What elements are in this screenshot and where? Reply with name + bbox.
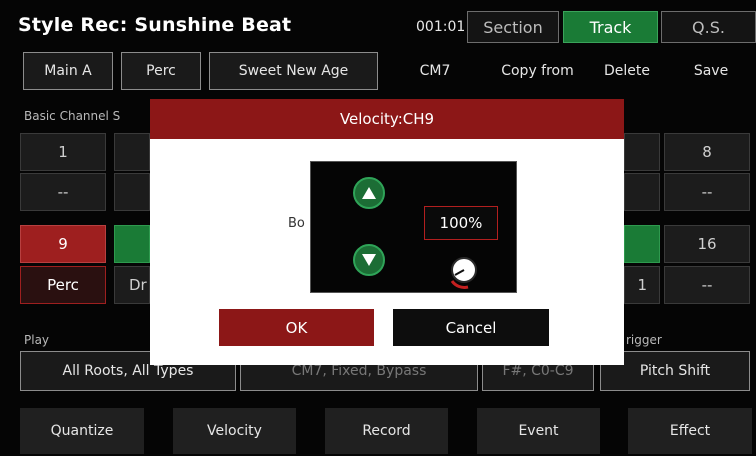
basic-channel-label: Basic Channel S — [24, 109, 121, 123]
channel-1-button[interactable]: 1 — [20, 133, 106, 171]
channel-8-value: -- — [664, 173, 750, 211]
tab-track[interactable]: Track — [563, 11, 658, 43]
track-perc-button[interactable]: Perc — [121, 52, 201, 90]
copy-from-button[interactable]: Copy from — [490, 52, 585, 90]
velocity-button[interactable]: Velocity — [173, 408, 296, 454]
play-label: Play — [24, 333, 50, 347]
channel-9-value: Perc — [20, 266, 106, 304]
style-rec-screen: Style Rec: Sunshine Beat 001:01 Section … — [0, 0, 756, 456]
velocity-value: 100% — [424, 206, 498, 240]
tab-section[interactable]: Section — [467, 11, 559, 43]
channel-7-value — [624, 173, 660, 211]
quantize-button[interactable]: Quantize — [20, 408, 144, 454]
measure-counter: 001:01 — [416, 19, 466, 35]
trigger-label: rigger — [626, 333, 662, 347]
channel-8-button[interactable]: 8 — [664, 133, 750, 171]
channel-1-value: -- — [20, 173, 106, 211]
velocity-dialog-title: Velocity:CH9 — [150, 99, 624, 139]
arrow-down-icon — [362, 254, 376, 266]
dialog-partial-label: Bo — [288, 216, 305, 231]
channel-2-button[interactable] — [114, 133, 150, 171]
voice-select-button[interactable]: Sweet New Age — [209, 52, 378, 90]
save-button[interactable]: Save — [672, 52, 750, 90]
channel-10-value: Dr — [114, 266, 150, 304]
channel-16-value: -- — [664, 266, 750, 304]
page-title: Style Rec: Sunshine Beat — [18, 14, 292, 36]
arrow-up-icon — [362, 187, 376, 199]
channel-9-button[interactable]: 9 — [20, 225, 106, 263]
delete-button[interactable]: Delete — [588, 52, 666, 90]
event-button[interactable]: Event — [477, 408, 600, 454]
knob-icon[interactable] — [444, 251, 484, 291]
channel-15-value: 1 — [624, 266, 660, 304]
channel-16-button[interactable]: 16 — [664, 225, 750, 263]
channel-7-button[interactable] — [624, 133, 660, 171]
cancel-button[interactable]: Cancel — [393, 309, 549, 346]
record-button[interactable]: Record — [325, 408, 448, 454]
channel-2-value — [114, 173, 150, 211]
tab-qs[interactable]: Q.S. — [661, 11, 756, 43]
velocity-increase-button[interactable] — [353, 177, 385, 209]
channel-15-button[interactable] — [624, 225, 660, 263]
effect-button[interactable]: Effect — [628, 408, 752, 454]
section-main-a-button[interactable]: Main A — [23, 52, 113, 90]
velocity-decrease-button[interactable] — [353, 244, 385, 276]
chord-display: CM7 — [419, 63, 451, 79]
ok-button[interactable]: OK — [219, 309, 374, 346]
channel-10-button[interactable] — [114, 225, 150, 263]
